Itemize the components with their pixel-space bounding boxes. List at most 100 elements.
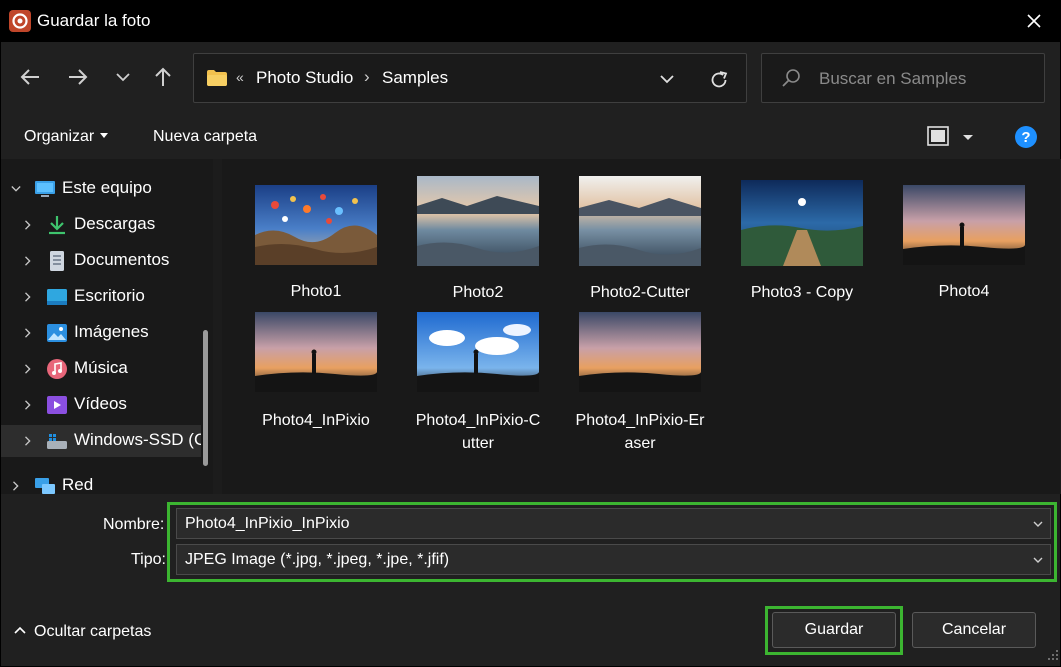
sidebar-item-network[interactable]: Red (1, 470, 201, 494)
refresh-button[interactable] (706, 67, 732, 93)
photo1-thumbnail (255, 185, 377, 265)
hide-folders-button[interactable]: Ocultar carpetas (14, 623, 151, 641)
sidebar-item-label: Música (74, 358, 128, 377)
photo4-thumbnail (903, 185, 1025, 265)
filename-value: Photo4_InPixio_InPixio (185, 515, 350, 532)
desktop-icon (47, 289, 67, 305)
network-icon (35, 478, 55, 494)
filetype-value: JPEG Image (*.jpg, *.jpeg, *.jpe, *.jfif… (185, 551, 450, 568)
sidebar-item-label: Windows-SSD (C:) (74, 430, 201, 449)
help-button[interactable]: ? (1015, 126, 1037, 148)
sidebar-item-label: Red (62, 475, 94, 494)
change-view-button[interactable] (927, 125, 975, 149)
sidebar-item-music[interactable]: Música (1, 353, 201, 385)
folder-icon (207, 70, 227, 86)
chevron-right-icon (13, 481, 19, 491)
pane-divider[interactable] (213, 159, 222, 494)
arrow-up-icon (155, 67, 171, 86)
hide-folders-label: Ocultar carpetas (34, 623, 152, 640)
chevron-right-icon (25, 220, 31, 230)
sidebar-item-videos[interactable]: Vídeos (1, 389, 201, 421)
up-button[interactable] (148, 62, 178, 92)
resize-grip-icon[interactable] (1047, 649, 1059, 661)
breadcrumb-separator: › (364, 67, 370, 86)
file-item-photo3-copy[interactable]: Photo3 - Copy (727, 180, 877, 304)
arrow-right-icon (69, 69, 88, 85)
sidebar-item-label: Imágenes (74, 322, 149, 341)
file-name: Photo4_InPixio-Er aser (565, 409, 715, 455)
arrow-left-icon (20, 69, 39, 85)
forward-button[interactable] (63, 62, 93, 92)
chevron-right-icon (25, 328, 31, 338)
sidebar-item-label: Descargas (74, 214, 156, 233)
sidebar-item-label: Este equipo (62, 178, 152, 197)
search-input[interactable]: Buscar en Samples (819, 69, 966, 89)
filename-label: Nombre: (103, 516, 165, 533)
window-title: Guardar la foto (37, 11, 151, 30)
sidebar-item-label: Documentos (74, 250, 170, 269)
back-button[interactable] (15, 62, 45, 92)
photo4-inpixio-cutter-thumbnail (417, 312, 539, 392)
organize-label: Organizar (24, 128, 95, 145)
sidebar-item-downloads[interactable]: Descargas (1, 209, 201, 241)
save-button[interactable]: Guardar (772, 612, 896, 648)
chevron-down-icon (660, 75, 674, 84)
chevron-right-icon (25, 436, 31, 446)
file-name-text: Photo4_InPixio-Er aser (575, 412, 705, 452)
app-icon (9, 10, 31, 32)
photo4-inpixio-eraser-thumbnail (579, 312, 701, 392)
file-item-photo4[interactable]: Photo4 (889, 185, 1039, 303)
chevron-down-icon (1033, 557, 1043, 563)
file-name: Photo2 (452, 284, 504, 301)
chevron-down-icon (1033, 521, 1043, 527)
sidebar-scrollbar[interactable] (203, 330, 208, 466)
breadcrumb-samples[interactable]: Samples (382, 68, 448, 88)
recent-locations-button[interactable] (108, 62, 138, 92)
monitor-icon (35, 181, 55, 197)
navigation-pane: Este equipo Descargas Documentos Escrito… (0, 159, 213, 494)
file-item-photo4-inpixio-cutter[interactable]: Photo4_InPixio-C utter (403, 312, 553, 455)
file-item-photo2[interactable]: Photo2 (403, 176, 553, 304)
file-item-photo1[interactable]: Photo1 (241, 185, 391, 303)
cancel-button[interactable]: Cancelar (912, 612, 1036, 648)
sidebar-item-desktop[interactable]: Escritorio (1, 281, 201, 313)
file-item-photo4-inpixio[interactable]: Photo4_InPixio (241, 312, 391, 432)
command-bar: Organizar Nueva carpeta ? (0, 114, 1061, 159)
sidebar-item-windows-ssd[interactable]: Windows-SSD (C:) (1, 425, 201, 457)
download-icon (49, 216, 65, 235)
search-icon (782, 69, 800, 87)
chevron-right-icon (25, 292, 31, 302)
chevron-down-icon (11, 186, 21, 192)
address-bar[interactable]: « Photo Studio › Samples (193, 53, 747, 103)
save-panel: Nombre: Photo4_InPixio_InPixio Tipo: JPE… (0, 494, 1061, 667)
new-folder-button[interactable]: Nueva carpeta (153, 128, 257, 146)
file-item-photo4-inpixio-eraser[interactable]: Photo4_InPixio-Er aser (565, 312, 715, 455)
file-name-text: Photo4_InPixio-C utter (415, 412, 541, 452)
search-box[interactable]: Buscar en Samples (761, 53, 1045, 103)
breadcrumb-photo-studio[interactable]: Photo Studio (256, 68, 353, 88)
filename-field[interactable]: Photo4_InPixio_InPixio (176, 508, 1051, 539)
sidebar-item-this-pc[interactable]: Este equipo (1, 173, 201, 205)
navigation-bar: « Photo Studio › Samples Buscar en Sampl… (0, 42, 1061, 114)
sidebar-item-pictures[interactable]: Imágenes (1, 317, 201, 349)
music-icon (47, 359, 67, 379)
close-icon (1027, 14, 1041, 28)
sidebar-item-documents[interactable]: Documentos (1, 245, 201, 277)
photo3-copy-thumbnail (741, 180, 863, 266)
breadcrumb-overflow[interactable]: « (236, 69, 244, 85)
photo2-thumbnail (417, 176, 539, 266)
organize-button[interactable]: Organizar (24, 128, 109, 146)
address-dropdown-button[interactable] (656, 68, 678, 90)
chevron-right-icon (25, 364, 31, 374)
chevron-up-icon (14, 626, 26, 634)
close-button[interactable] (1016, 4, 1052, 38)
chevron-right-icon (25, 400, 31, 410)
file-item-photo2-cutter[interactable]: Photo2-Cutter (565, 176, 715, 304)
view-layout-icon (927, 126, 973, 146)
sidebar-item-label: Vídeos (74, 394, 127, 413)
filetype-select[interactable]: JPEG Image (*.jpg, *.jpeg, *.jpe, *.jfif… (176, 544, 1051, 575)
file-name: Photo4 (938, 283, 990, 300)
image-icon (47, 324, 67, 342)
chevron-down-icon (116, 73, 130, 82)
photo4-inpixio-thumbnail (255, 312, 377, 392)
